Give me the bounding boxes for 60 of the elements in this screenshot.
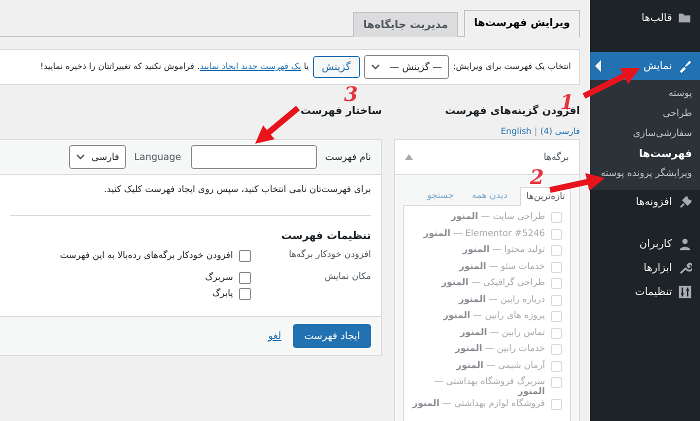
tab[interactable]: ویرایش فهرست‌ها bbox=[464, 10, 580, 37]
language-label: Language bbox=[134, 152, 182, 162]
language-link[interactable]: فارسی (4) bbox=[540, 127, 580, 139]
folder-icon bbox=[678, 11, 692, 25]
page-label: آرمان شیمی — المنور bbox=[456, 360, 545, 370]
tab[interactable]: مدیریت جایگاه‌ها bbox=[353, 12, 458, 37]
brush-icon bbox=[678, 59, 692, 73]
sidebar-item[interactable]: ابزارها bbox=[590, 256, 700, 280]
menu-dropdown[interactable]: — گزینش — bbox=[364, 55, 450, 79]
separator: | bbox=[534, 127, 538, 139]
setting-label: مکان نمایش bbox=[324, 272, 371, 284]
submenu-item[interactable]: فهرست‌ها bbox=[590, 144, 700, 164]
page-label: تولید محتوا — المنور bbox=[462, 245, 545, 255]
chevron-icon bbox=[370, 64, 380, 70]
sliders-icon bbox=[678, 285, 692, 299]
option-label: پابرگ bbox=[212, 289, 233, 299]
page-label: پروژه های رابین — المنور bbox=[443, 311, 545, 321]
checkbox[interactable] bbox=[239, 250, 251, 262]
select-label: انتخاب یک فهرست برای ویرایش: bbox=[453, 62, 571, 72]
settings-heading: تنظیمات فهرست bbox=[281, 230, 371, 242]
sidebar-item[interactable]: افزونه‌ها bbox=[590, 190, 700, 214]
user-icon bbox=[678, 237, 692, 251]
step-number: 2 bbox=[530, 167, 544, 187]
wrench-icon bbox=[678, 261, 692, 275]
create-menu-button[interactable]: ایجاد فهرست bbox=[293, 324, 371, 348]
submenu-item[interactable]: طراحی bbox=[590, 104, 700, 124]
submenu-item[interactable]: ویرایشگر پرونده پوسته bbox=[590, 164, 700, 184]
page-label: طراحی سایت — المنور bbox=[451, 212, 545, 222]
page-label: تماس رابین — المنور bbox=[460, 328, 545, 338]
chevron-icon bbox=[76, 154, 86, 160]
page-label: فروشگاه لوازم بهداشتی — المنور bbox=[412, 398, 545, 408]
page-label: سربرگ فروشگاه بهداشتی — المنور bbox=[433, 377, 545, 397]
instruction-text: برای فهرست‌تان نامی انتخاب کنید، سپس روی ایجاد فهرست کلیک کنید. bbox=[104, 185, 371, 195]
language-dropdown[interactable]: فارسی bbox=[69, 145, 126, 169]
name-label: نام فهرست bbox=[325, 152, 371, 162]
option-label: افزودن خودکار برگه‌های رده‌بالا به این فهرست bbox=[60, 251, 233, 261]
arrow bbox=[582, 68, 640, 99]
step-number: 3 bbox=[344, 84, 358, 104]
option-label: سربرگ bbox=[204, 273, 233, 283]
create-menu-link[interactable]: یک فهرست جدید ایجاد نمایید bbox=[200, 62, 302, 72]
sidebar-item[interactable]: کاربران bbox=[590, 232, 700, 256]
checkbox[interactable] bbox=[239, 272, 251, 284]
sidebar-item[interactable]: قالب‌ها bbox=[590, 6, 700, 30]
sidebar-item[interactable]: نمایش bbox=[590, 52, 700, 80]
arrow bbox=[255, 106, 300, 144]
submenu-item[interactable]: سفارشی‌سازی bbox=[590, 124, 700, 144]
menu-name-field[interactable] bbox=[191, 145, 318, 169]
checkbox[interactable] bbox=[239, 288, 251, 300]
sidebar-item[interactable]: تنظیمات bbox=[590, 280, 700, 304]
create-menu-text: یا یک فهرست جدید ایجاد نمایید. فراموش نکنید که تغییراتتان را ذخیره نمایید! bbox=[40, 62, 309, 72]
page-label: درباره رابین — المنور bbox=[458, 294, 545, 304]
setting-label: افزودن خودکار برگه‌ها bbox=[288, 250, 371, 262]
section-heading: ساختار فهرست bbox=[299, 105, 382, 119]
page-label: خدمات رابین — المنور bbox=[455, 344, 545, 354]
submenu-item[interactable]: پوسته bbox=[590, 84, 700, 104]
select-button[interactable]: گزینش bbox=[312, 56, 360, 78]
language-link[interactable]: English bbox=[500, 127, 532, 139]
page-label: خدمات سئو — المنور bbox=[459, 262, 545, 272]
page-label: طراحی گرافیکی — المنور bbox=[441, 278, 545, 288]
cancel-link[interactable]: لغو bbox=[268, 330, 282, 342]
